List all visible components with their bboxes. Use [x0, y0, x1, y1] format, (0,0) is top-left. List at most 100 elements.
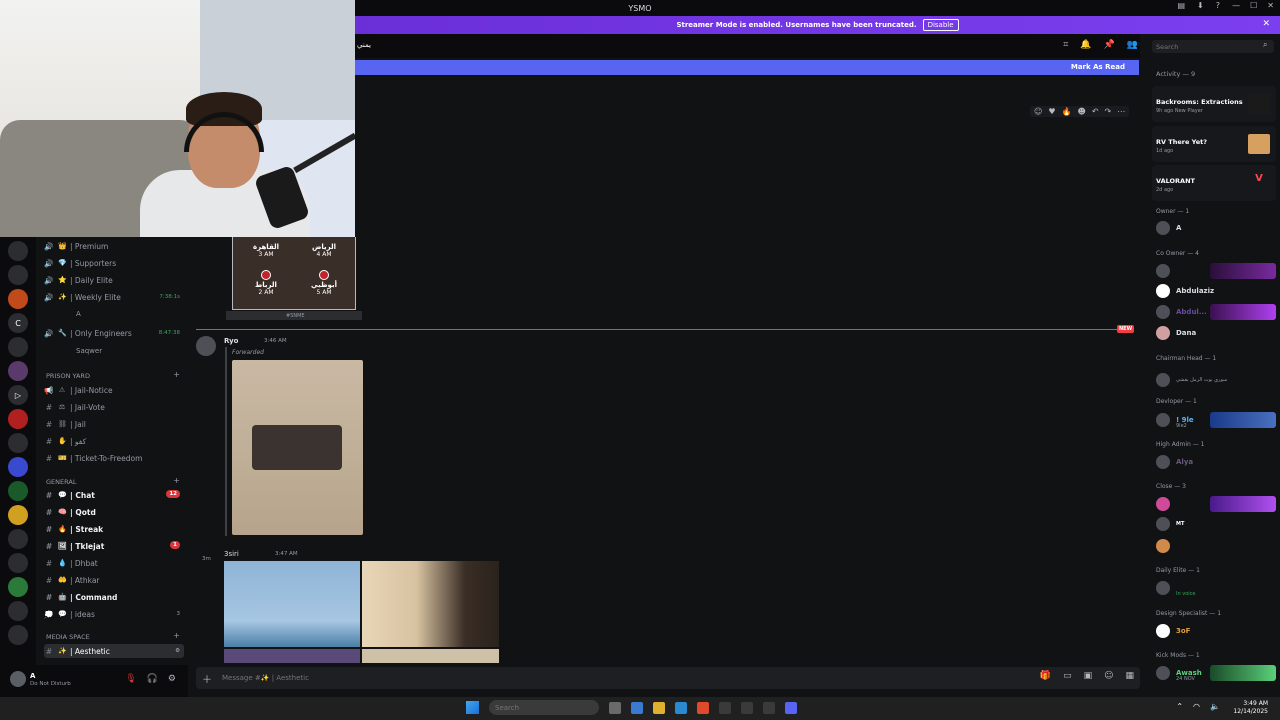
- server-icon[interactable]: [8, 361, 28, 381]
- search-input[interactable]: [1152, 40, 1274, 53]
- pin-icon[interactable]: 📌: [1104, 40, 1115, 50]
- reaction-icon[interactable]: ☺: [1034, 107, 1042, 116]
- server-icon[interactable]: [8, 409, 28, 429]
- member-item[interactable]: Awash 24 NOV: [1156, 665, 1276, 682]
- voice-user[interactable]: A: [76, 310, 81, 318]
- discord-icon[interactable]: [785, 701, 797, 714]
- mute-icon[interactable]: 🎙: [125, 674, 136, 684]
- server-icon[interactable]: [8, 553, 28, 573]
- disable-button[interactable]: Disable: [922, 19, 959, 31]
- settings-icon[interactable]: ⚙: [175, 648, 180, 654]
- heart-icon[interactable]: ♥: [1048, 107, 1055, 116]
- taskbar-search[interactable]: [489, 700, 599, 715]
- channel-item[interactable]: # ⚖ | Jail-Vote: [44, 400, 184, 414]
- volume-icon[interactable]: 🔈: [1210, 702, 1220, 711]
- app-icon[interactable]: [741, 701, 753, 714]
- fire-icon[interactable]: 🔥: [1062, 107, 1072, 116]
- add-attachment-icon[interactable]: ＋: [202, 671, 212, 686]
- channel-item[interactable]: # 💧 | Dhbat: [44, 556, 184, 570]
- brave-icon[interactable]: [697, 701, 709, 714]
- server-icon[interactable]: [8, 289, 28, 309]
- category-prison-yard[interactable]: PRISON YARD: [46, 372, 90, 380]
- server-icon[interactable]: ▷: [8, 385, 28, 405]
- member-item[interactable]: [1156, 263, 1276, 279]
- maximize-icon[interactable]: ☐: [1250, 1, 1257, 10]
- attached-image[interactable]: [224, 649, 360, 663]
- add-channel-icon[interactable]: +: [173, 370, 180, 379]
- forward-icon[interactable]: ↷: [1105, 107, 1112, 116]
- member-item[interactable]: [1156, 496, 1276, 512]
- server-icon[interactable]: C: [8, 313, 28, 333]
- sticker-icon[interactable]: ▣: [1084, 671, 1093, 681]
- folder-icon[interactable]: [653, 701, 665, 714]
- member-item[interactable]: A: [1156, 220, 1276, 236]
- server-icon[interactable]: [8, 529, 28, 549]
- member-item[interactable]: Abdul...: [1156, 304, 1276, 320]
- member-item[interactable]: سوري بوت الزمل بقشي: [1156, 372, 1276, 388]
- avatar[interactable]: [196, 336, 216, 356]
- edge-icon[interactable]: [675, 701, 687, 714]
- member-item[interactable]: 3oF: [1156, 623, 1276, 639]
- close-window-icon[interactable]: ✕: [1267, 1, 1274, 10]
- activity-card[interactable]: RV There Yet? 1d ago: [1152, 126, 1276, 162]
- channel-item[interactable]: 🔊 ⭐ | Daily Elite: [44, 273, 184, 287]
- channel-item[interactable]: # 🧠 | Qotd: [44, 505, 184, 519]
- channel-item-active[interactable]: # ✨ | Aesthetic ⚙: [44, 644, 184, 658]
- reply-icon[interactable]: ↶: [1092, 107, 1099, 116]
- message-author[interactable]: Ryo: [224, 337, 238, 345]
- app-icon[interactable]: [719, 701, 731, 714]
- gif-icon[interactable]: ▭: [1063, 671, 1072, 681]
- attached-image[interactable]: [362, 561, 499, 647]
- message-author[interactable]: 3siri: [224, 550, 239, 558]
- server-icon[interactable]: [8, 433, 28, 453]
- download-icon[interactable]: ⬇: [1197, 1, 1204, 10]
- category-media-space[interactable]: MEDIA SPACE: [46, 633, 90, 641]
- mark-as-read-button[interactable]: Mark As Read: [1071, 63, 1125, 71]
- member-item[interactable]: In voice: [1156, 580, 1276, 597]
- channel-item[interactable]: # ✋ | كفو: [44, 434, 184, 448]
- channel-item[interactable]: # 🔥 | Streak: [44, 522, 184, 536]
- server-icon[interactable]: [8, 337, 28, 357]
- channel-item[interactable]: # ⛓ | Jail: [44, 417, 184, 431]
- server-icon[interactable]: [8, 265, 28, 285]
- app-icon[interactable]: [763, 701, 775, 714]
- channel-item[interactable]: # 🤖 | Command: [44, 590, 184, 604]
- member-item[interactable]: MT: [1156, 516, 1276, 532]
- channel-item[interactable]: 🔊 ✨ | Weekly Elite 7:38:1s: [44, 290, 184, 304]
- add-channel-icon[interactable]: +: [173, 476, 180, 485]
- channel-item[interactable]: 📢 ⚠ | Jail-Notice: [44, 383, 184, 397]
- apps-icon[interactable]: ▦: [1125, 671, 1134, 681]
- server-icon[interactable]: [8, 601, 28, 621]
- minimize-icon[interactable]: —: [1232, 1, 1240, 10]
- add-reaction-icon[interactable]: ☻: [1077, 107, 1085, 116]
- new-messages-bar[interactable]: Mark As Read: [355, 60, 1139, 75]
- gift-icon[interactable]: 🎁: [1040, 671, 1051, 681]
- add-channel-icon[interactable]: +: [173, 631, 180, 640]
- channel-item[interactable]: # 💬 | Chat 12: [44, 488, 184, 502]
- server-icon[interactable]: [8, 625, 28, 645]
- threads-icon[interactable]: ⌗: [1063, 40, 1068, 50]
- copilot-icon[interactable]: [631, 701, 643, 714]
- server-icon[interactable]: [8, 241, 28, 261]
- inbox-icon[interactable]: ▤: [1177, 1, 1185, 10]
- member-item[interactable]: Abdulaziz: [1156, 283, 1276, 299]
- channel-item[interactable]: 💭 💬 | ideas 3: [44, 607, 184, 621]
- member-item[interactable]: Dana: [1156, 325, 1276, 341]
- category-general[interactable]: GENERAL: [46, 478, 76, 486]
- gear-icon[interactable]: ⚙: [168, 674, 176, 684]
- taskbar-clock[interactable]: 3:49 AM 12/14/2025: [1233, 700, 1268, 716]
- channel-item[interactable]: # 🎫 | Ticket-To-Freedom: [44, 451, 184, 465]
- message-input[interactable]: [222, 671, 722, 684]
- more-icon[interactable]: ⋯: [1117, 107, 1125, 116]
- channel-item[interactable]: # 🤲 | Athkar: [44, 573, 184, 587]
- close-banner-icon[interactable]: ✕: [1262, 19, 1270, 29]
- wifi-icon[interactable]: ◠: [1193, 702, 1200, 711]
- server-icon[interactable]: [8, 481, 28, 501]
- attached-image[interactable]: [362, 649, 499, 663]
- windows-start-icon[interactable]: [466, 701, 479, 714]
- server-icon[interactable]: [8, 505, 28, 525]
- members-icon[interactable]: 👥: [1127, 40, 1138, 50]
- member-item[interactable]: [1156, 538, 1276, 554]
- voice-user[interactable]: Saqwer: [76, 347, 102, 355]
- channel-item[interactable]: 🔊 🔧 | Only Engineers 8:47:38: [44, 326, 184, 340]
